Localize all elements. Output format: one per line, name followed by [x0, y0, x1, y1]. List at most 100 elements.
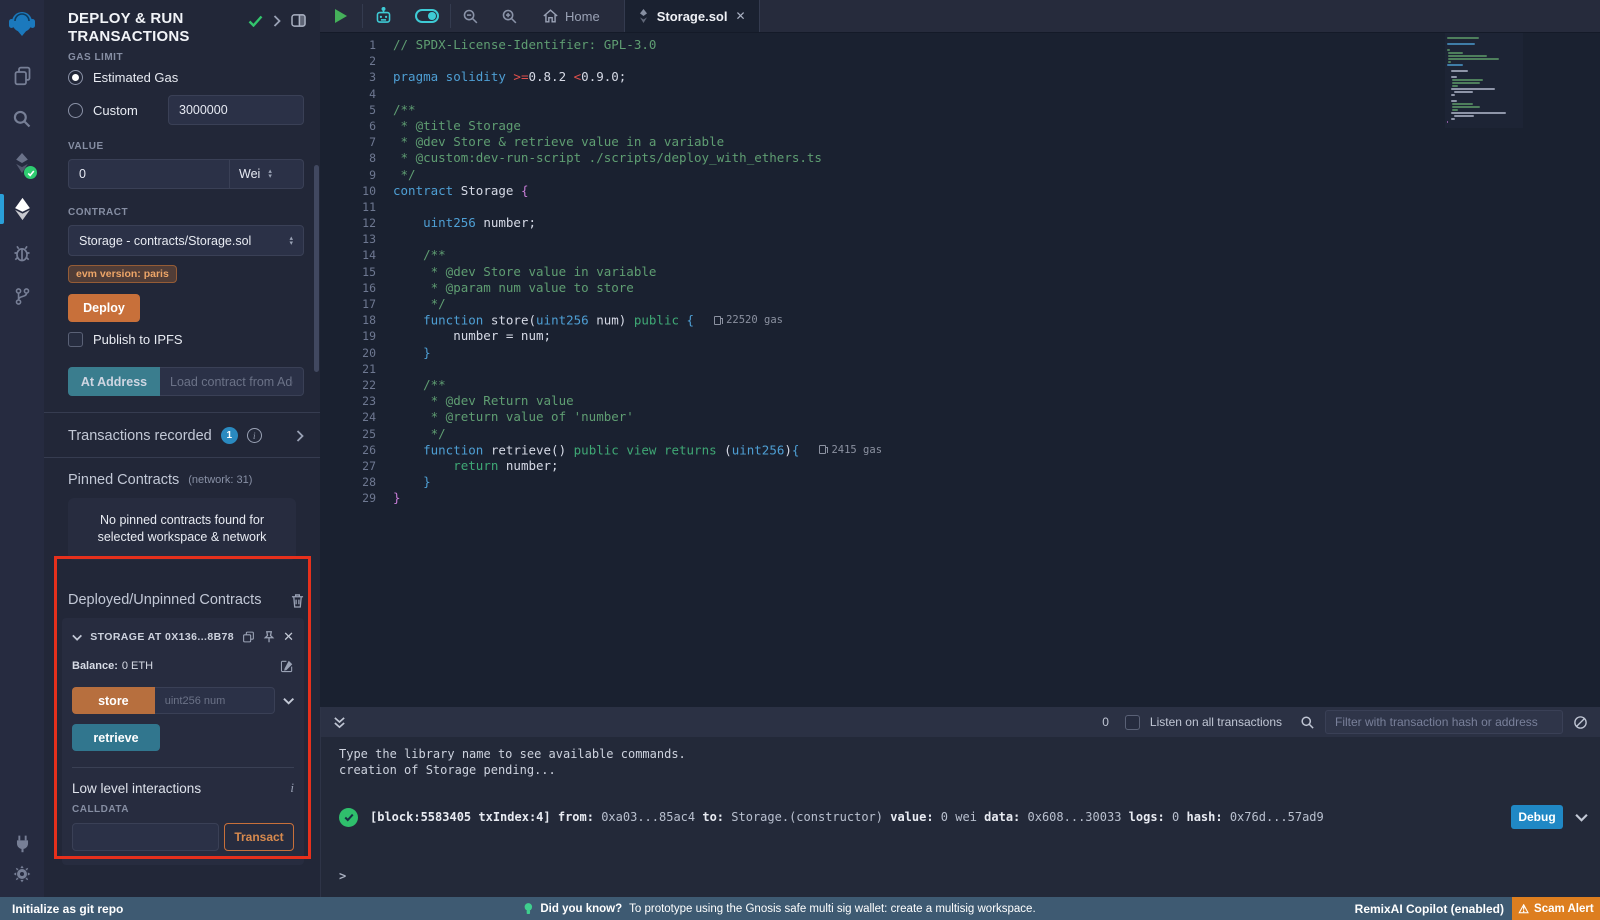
- code-line[interactable]: 26 function retrieve() public view retur…: [320, 442, 1600, 458]
- sidebar-item-solidity-compiler[interactable]: [0, 144, 44, 182]
- code-line[interactable]: 22 /**: [320, 377, 1600, 393]
- at-address-button[interactable]: At Address: [68, 367, 160, 396]
- sidebar-item-plugin-manager[interactable]: [0, 834, 44, 853]
- code-line[interactable]: 20 }: [320, 345, 1600, 361]
- value-input[interactable]: [68, 159, 230, 189]
- low-level-info-icon[interactable]: i: [290, 780, 294, 796]
- code-line[interactable]: 27 return number;: [320, 458, 1600, 474]
- terminal-filter-input[interactable]: [1325, 710, 1563, 734]
- code-line[interactable]: 13: [320, 231, 1600, 247]
- code-line[interactable]: 23 * @dev Return value: [320, 393, 1600, 409]
- pinned-empty-line2: selected workspace & network: [78, 529, 286, 546]
- pin-contract-icon[interactable]: [263, 630, 275, 644]
- bug-icon: [12, 243, 32, 263]
- publish-ipfs-label: Publish to IPFS: [93, 332, 183, 347]
- code-editor[interactable]: 1// SPDX-License-Identifier: GPL-3.023pr…: [320, 33, 1600, 707]
- remix-logo-icon: [7, 9, 37, 39]
- code-line[interactable]: 11: [320, 199, 1600, 215]
- custom-gas-radio[interactable]: [68, 103, 83, 118]
- zoom-in-button[interactable]: [490, 0, 529, 32]
- publish-ipfs-checkbox[interactable]: [68, 332, 83, 347]
- code-line[interactable]: 1// SPDX-License-Identifier: GPL-3.0: [320, 37, 1600, 53]
- code-line[interactable]: 18 function store(uint256 num) public {2…: [320, 312, 1600, 328]
- debug-button[interactable]: Debug: [1511, 805, 1563, 829]
- terminal-body[interactable]: Type the library name to see available c…: [321, 737, 1600, 897]
- minimap[interactable]: [1445, 33, 1523, 128]
- sidebar-item-file-explorer[interactable]: [0, 56, 44, 94]
- code-line[interactable]: 21: [320, 361, 1600, 377]
- code-line[interactable]: 5/**: [320, 102, 1600, 118]
- transactions-count-badge: 1: [221, 427, 238, 444]
- code-line[interactable]: 2: [320, 53, 1600, 69]
- code-line[interactable]: 17 */: [320, 296, 1600, 312]
- transactions-expand-chevron-icon[interactable]: [296, 430, 304, 442]
- code-line[interactable]: 24 * @return value of 'number': [320, 409, 1600, 425]
- retrieve-function-button[interactable]: retrieve: [72, 724, 160, 751]
- zoom-out-button[interactable]: [451, 0, 490, 32]
- code-line[interactable]: 19 number = num;: [320, 328, 1600, 344]
- store-function-button[interactable]: store: [72, 687, 155, 714]
- expand-terminal-double-chevron-icon[interactable]: [333, 716, 346, 729]
- expand-store-args-chevron-icon[interactable]: [283, 697, 294, 705]
- clear-deployed-trash-icon[interactable]: [291, 593, 304, 608]
- clear-terminal-icon[interactable]: [1573, 715, 1588, 730]
- panel-scrollbar[interactable]: [314, 165, 319, 372]
- copy-address-icon[interactable]: [242, 630, 255, 644]
- init-git-repo-button[interactable]: Initialize as git repo: [0, 902, 123, 916]
- code-line[interactable]: 12 uint256 number;: [320, 215, 1600, 231]
- code-line[interactable]: 8 * @custom:dev-run-script ./scripts/dep…: [320, 150, 1600, 166]
- contract-collapse-chevron-icon[interactable]: [72, 634, 82, 641]
- calldata-input[interactable]: [72, 823, 219, 851]
- code-line[interactable]: 16 * @param num value to store: [320, 280, 1600, 296]
- contract-select[interactable]: Storage - contracts/Storage.sol ▴▾: [68, 225, 304, 256]
- edit-balance-icon[interactable]: [280, 659, 294, 673]
- expand-log-chevron-icon[interactable]: [1575, 813, 1588, 822]
- transactions-recorded-row: Transactions recorded 1 i: [44, 413, 320, 457]
- status-bar: Initialize as git repo Did you know? To …: [0, 897, 1600, 920]
- code-line[interactable]: 14 /**: [320, 247, 1600, 263]
- tab-storage-sol[interactable]: Storage.sol ✕: [624, 0, 760, 32]
- close-tab-icon[interactable]: ✕: [735, 9, 745, 23]
- terminal-search-icon[interactable]: [1300, 715, 1315, 730]
- at-address-input[interactable]: [160, 367, 304, 396]
- tab-home[interactable]: Home: [529, 0, 614, 32]
- listen-all-checkbox[interactable]: [1125, 715, 1140, 730]
- panel-expand-chevron-icon[interactable]: [273, 15, 281, 27]
- custom-gas-input[interactable]: [168, 95, 304, 125]
- copilot-status[interactable]: RemixAI Copilot (enabled): [1355, 902, 1504, 916]
- ai-copilot-button[interactable]: [363, 0, 404, 32]
- solidity-file-icon: [638, 9, 649, 23]
- remix-logo[interactable]: [0, 0, 44, 48]
- sidebar-item-search[interactable]: [0, 100, 44, 138]
- pin-panel-icon[interactable]: [291, 14, 306, 27]
- code-line[interactable]: 25 */: [320, 426, 1600, 442]
- run-script-button[interactable]: [320, 0, 362, 32]
- sidebar-item-settings[interactable]: [0, 864, 44, 884]
- store-arg-input[interactable]: [155, 687, 275, 714]
- code-area[interactable]: 1// SPDX-License-Identifier: GPL-3.023pr…: [320, 33, 1600, 506]
- code-line[interactable]: 15 * @dev Store value in variable: [320, 264, 1600, 280]
- listen-all-label: Listen on all transactions: [1150, 715, 1282, 729]
- sidebar-item-deploy-and-run[interactable]: [0, 190, 44, 228]
- code-line[interactable]: 7 * @dev Store & retrieve value in a var…: [320, 134, 1600, 150]
- code-line[interactable]: 10contract Storage {: [320, 183, 1600, 199]
- code-line[interactable]: 6 * @title Storage: [320, 118, 1600, 134]
- value-label: VALUE: [68, 141, 304, 152]
- copilot-toggle[interactable]: [404, 0, 450, 32]
- deploy-button[interactable]: Deploy: [68, 294, 140, 322]
- gear-icon: [12, 864, 32, 884]
- code-line[interactable]: 3pragma solidity >=0.8.2 <0.9.0;: [320, 69, 1600, 85]
- transactions-info-icon[interactable]: i: [247, 428, 262, 443]
- code-line[interactable]: 29}: [320, 490, 1600, 506]
- transact-button[interactable]: Transact: [224, 823, 294, 851]
- code-line[interactable]: 28 }: [320, 474, 1600, 490]
- code-line[interactable]: 4: [320, 86, 1600, 102]
- estimated-gas-radio[interactable]: [68, 70, 83, 85]
- estimated-gas-option[interactable]: Estimated Gas: [68, 70, 304, 85]
- remove-contract-icon[interactable]: ✕: [283, 629, 294, 645]
- scam-alert-button[interactable]: ⚠ Scam Alert: [1512, 897, 1600, 920]
- code-line[interactable]: 9 */: [320, 167, 1600, 183]
- sidebar-item-git[interactable]: [0, 277, 44, 315]
- sidebar-item-debugger[interactable]: [0, 234, 44, 272]
- value-unit-select[interactable]: Wei ▴▾: [230, 159, 304, 189]
